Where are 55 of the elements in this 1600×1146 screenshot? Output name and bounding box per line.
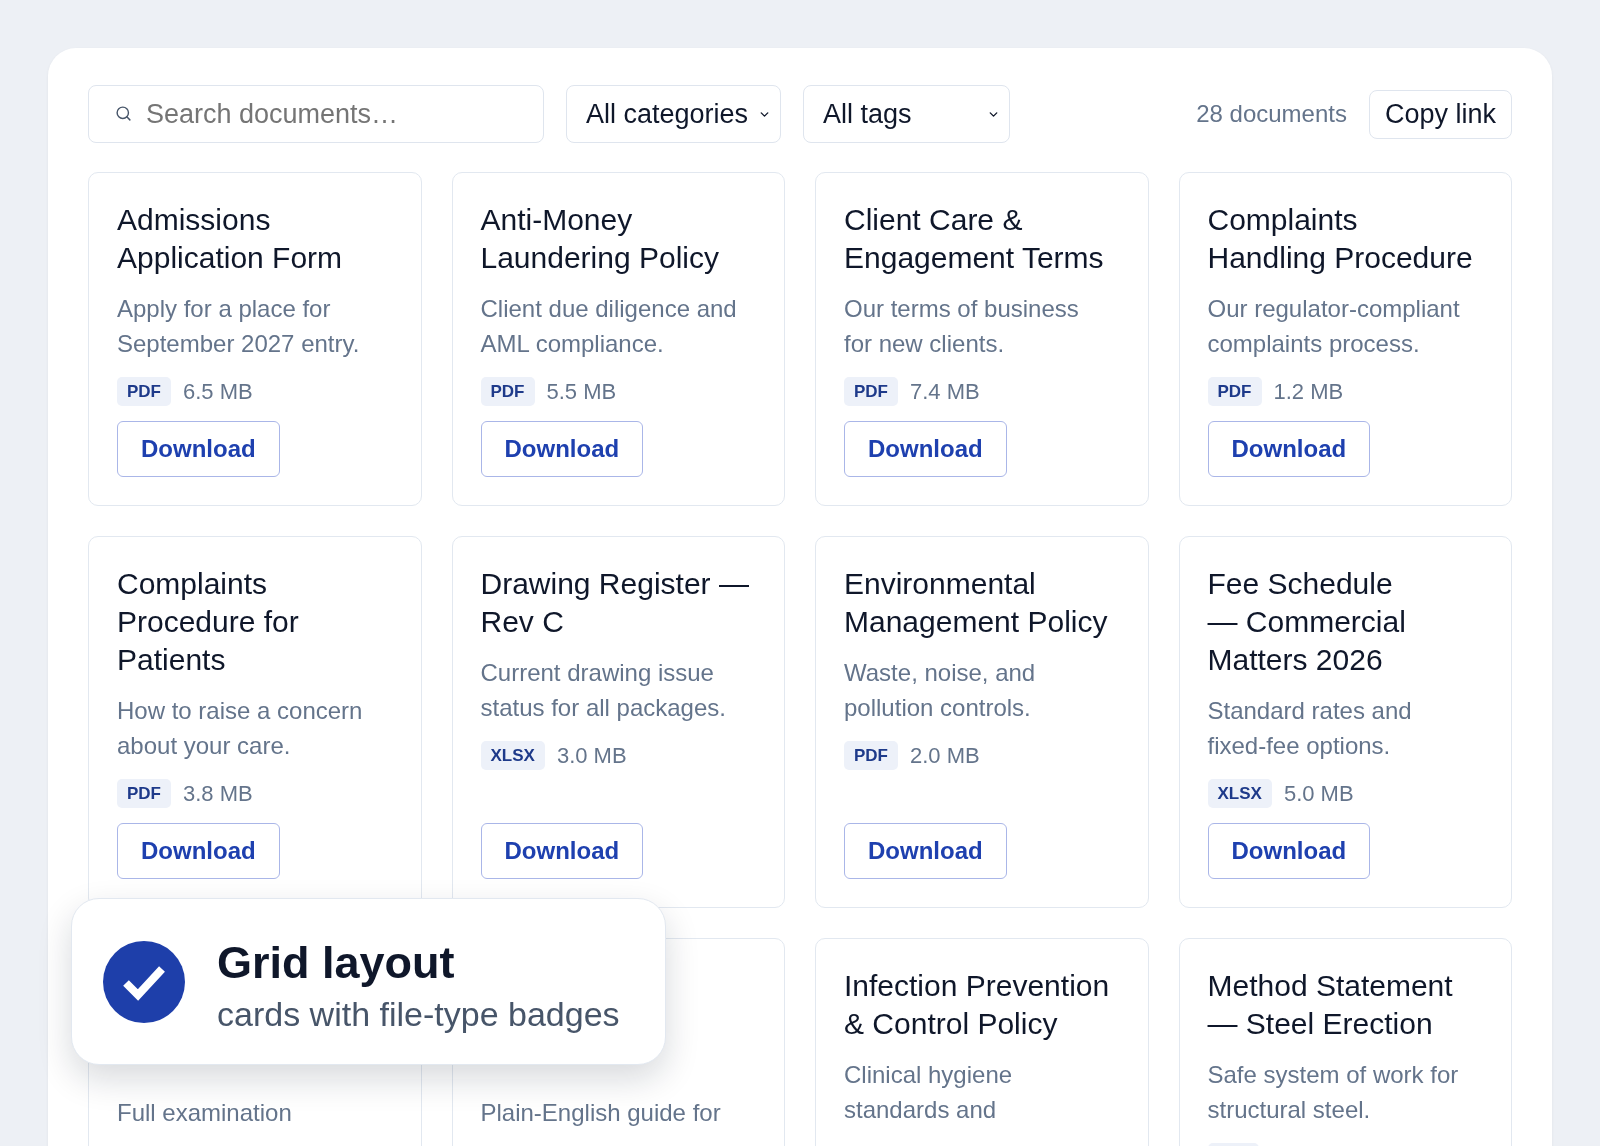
file-size: 6.5 MB [183, 378, 253, 406]
document-description: Waste, noise, and pollution controls. [844, 658, 1037, 723]
download-button[interactable]: Download [1207, 823, 1371, 879]
document-title: Method Statement — Steel Erection [1207, 968, 1454, 1042]
document-description: Safe system of work for structural steel. [1207, 1060, 1460, 1125]
download-button[interactable]: Download [1207, 421, 1371, 477]
download-button[interactable]: Download [117, 421, 280, 477]
document-count: 28 documents [1196, 99, 1347, 129]
file-size: 1.2 MB [1273, 378, 1344, 406]
document-description: Our terms of business for new clients. [844, 294, 1080, 359]
document-description: Apply for a place for September 2027 entry. [117, 294, 361, 359]
document-description: Full examination [117, 1098, 293, 1128]
file-size: 2.0 MB [910, 742, 980, 770]
document-description: How to raise a concern about your care. [117, 696, 364, 761]
search-field[interactable]: Search documents… [88, 85, 544, 143]
file-type-badge: XLSX [1207, 779, 1272, 808]
document-title: Admissions Application Form [117, 202, 344, 276]
toast-title: Grid layout [217, 936, 456, 989]
file-type-badge: PDF [1207, 377, 1262, 406]
file-size: 7.4 MB [910, 378, 980, 406]
file-type-badge: XLSX [480, 741, 545, 770]
file-size: 3.8 MB [183, 780, 253, 808]
document-description: Our regulator-compliant complaints process. [1207, 294, 1461, 359]
document-title: Complaints Procedure for Patients [117, 566, 300, 678]
file-type-badge: PDF [480, 377, 535, 406]
document-description: Current drawing issue status for all packages. [480, 658, 727, 723]
toast-subtitle: cards with file-type badges [217, 993, 620, 1035]
file-type-badge: PDF [117, 377, 171, 406]
file-size: 5.0 MB [1283, 780, 1354, 808]
download-button[interactable]: Download [480, 421, 644, 477]
category-select[interactable]: All categories [566, 85, 781, 143]
file-size: 5.5 MB [546, 378, 617, 406]
check-circle-icon [103, 940, 185, 1023]
document-description: Plain-English guide for [480, 1098, 722, 1128]
document-description: Clinical hygiene standards and [844, 1060, 1014, 1125]
document-title: Complaints Handling Procedure [1207, 202, 1474, 276]
file-type-badge: PDF [844, 741, 898, 770]
download-button[interactable]: Download [480, 823, 644, 879]
file-type-badge: PDF [117, 779, 171, 808]
document-description: Standard rates and fixed-fee options. [1207, 696, 1413, 761]
copy-link-button[interactable]: Copy link [1368, 89, 1512, 139]
file-type-badge: PDF [844, 377, 898, 406]
document-title: Fee Schedule — Commercial Matters 2026 [1207, 566, 1407, 678]
file-size: 3.0 MB [556, 742, 627, 770]
document-title: Client Care & Engagement Terms [844, 202, 1105, 276]
document-title: Anti-Money Laundering Policy [480, 202, 720, 276]
tag-select[interactable]: All tags [803, 85, 1010, 143]
document-title: Infection Prevention & Control Policy [844, 968, 1111, 1042]
document-title: Drawing Register — Rev C [480, 566, 750, 640]
download-button[interactable]: Download [117, 823, 280, 879]
document-description: Client due diligence and AML compliance. [480, 294, 738, 359]
search-icon [115, 105, 132, 122]
download-button[interactable]: Download [844, 823, 1007, 879]
download-button[interactable]: Download [844, 421, 1007, 477]
document-title: Environmental Management Policy [844, 566, 1109, 640]
